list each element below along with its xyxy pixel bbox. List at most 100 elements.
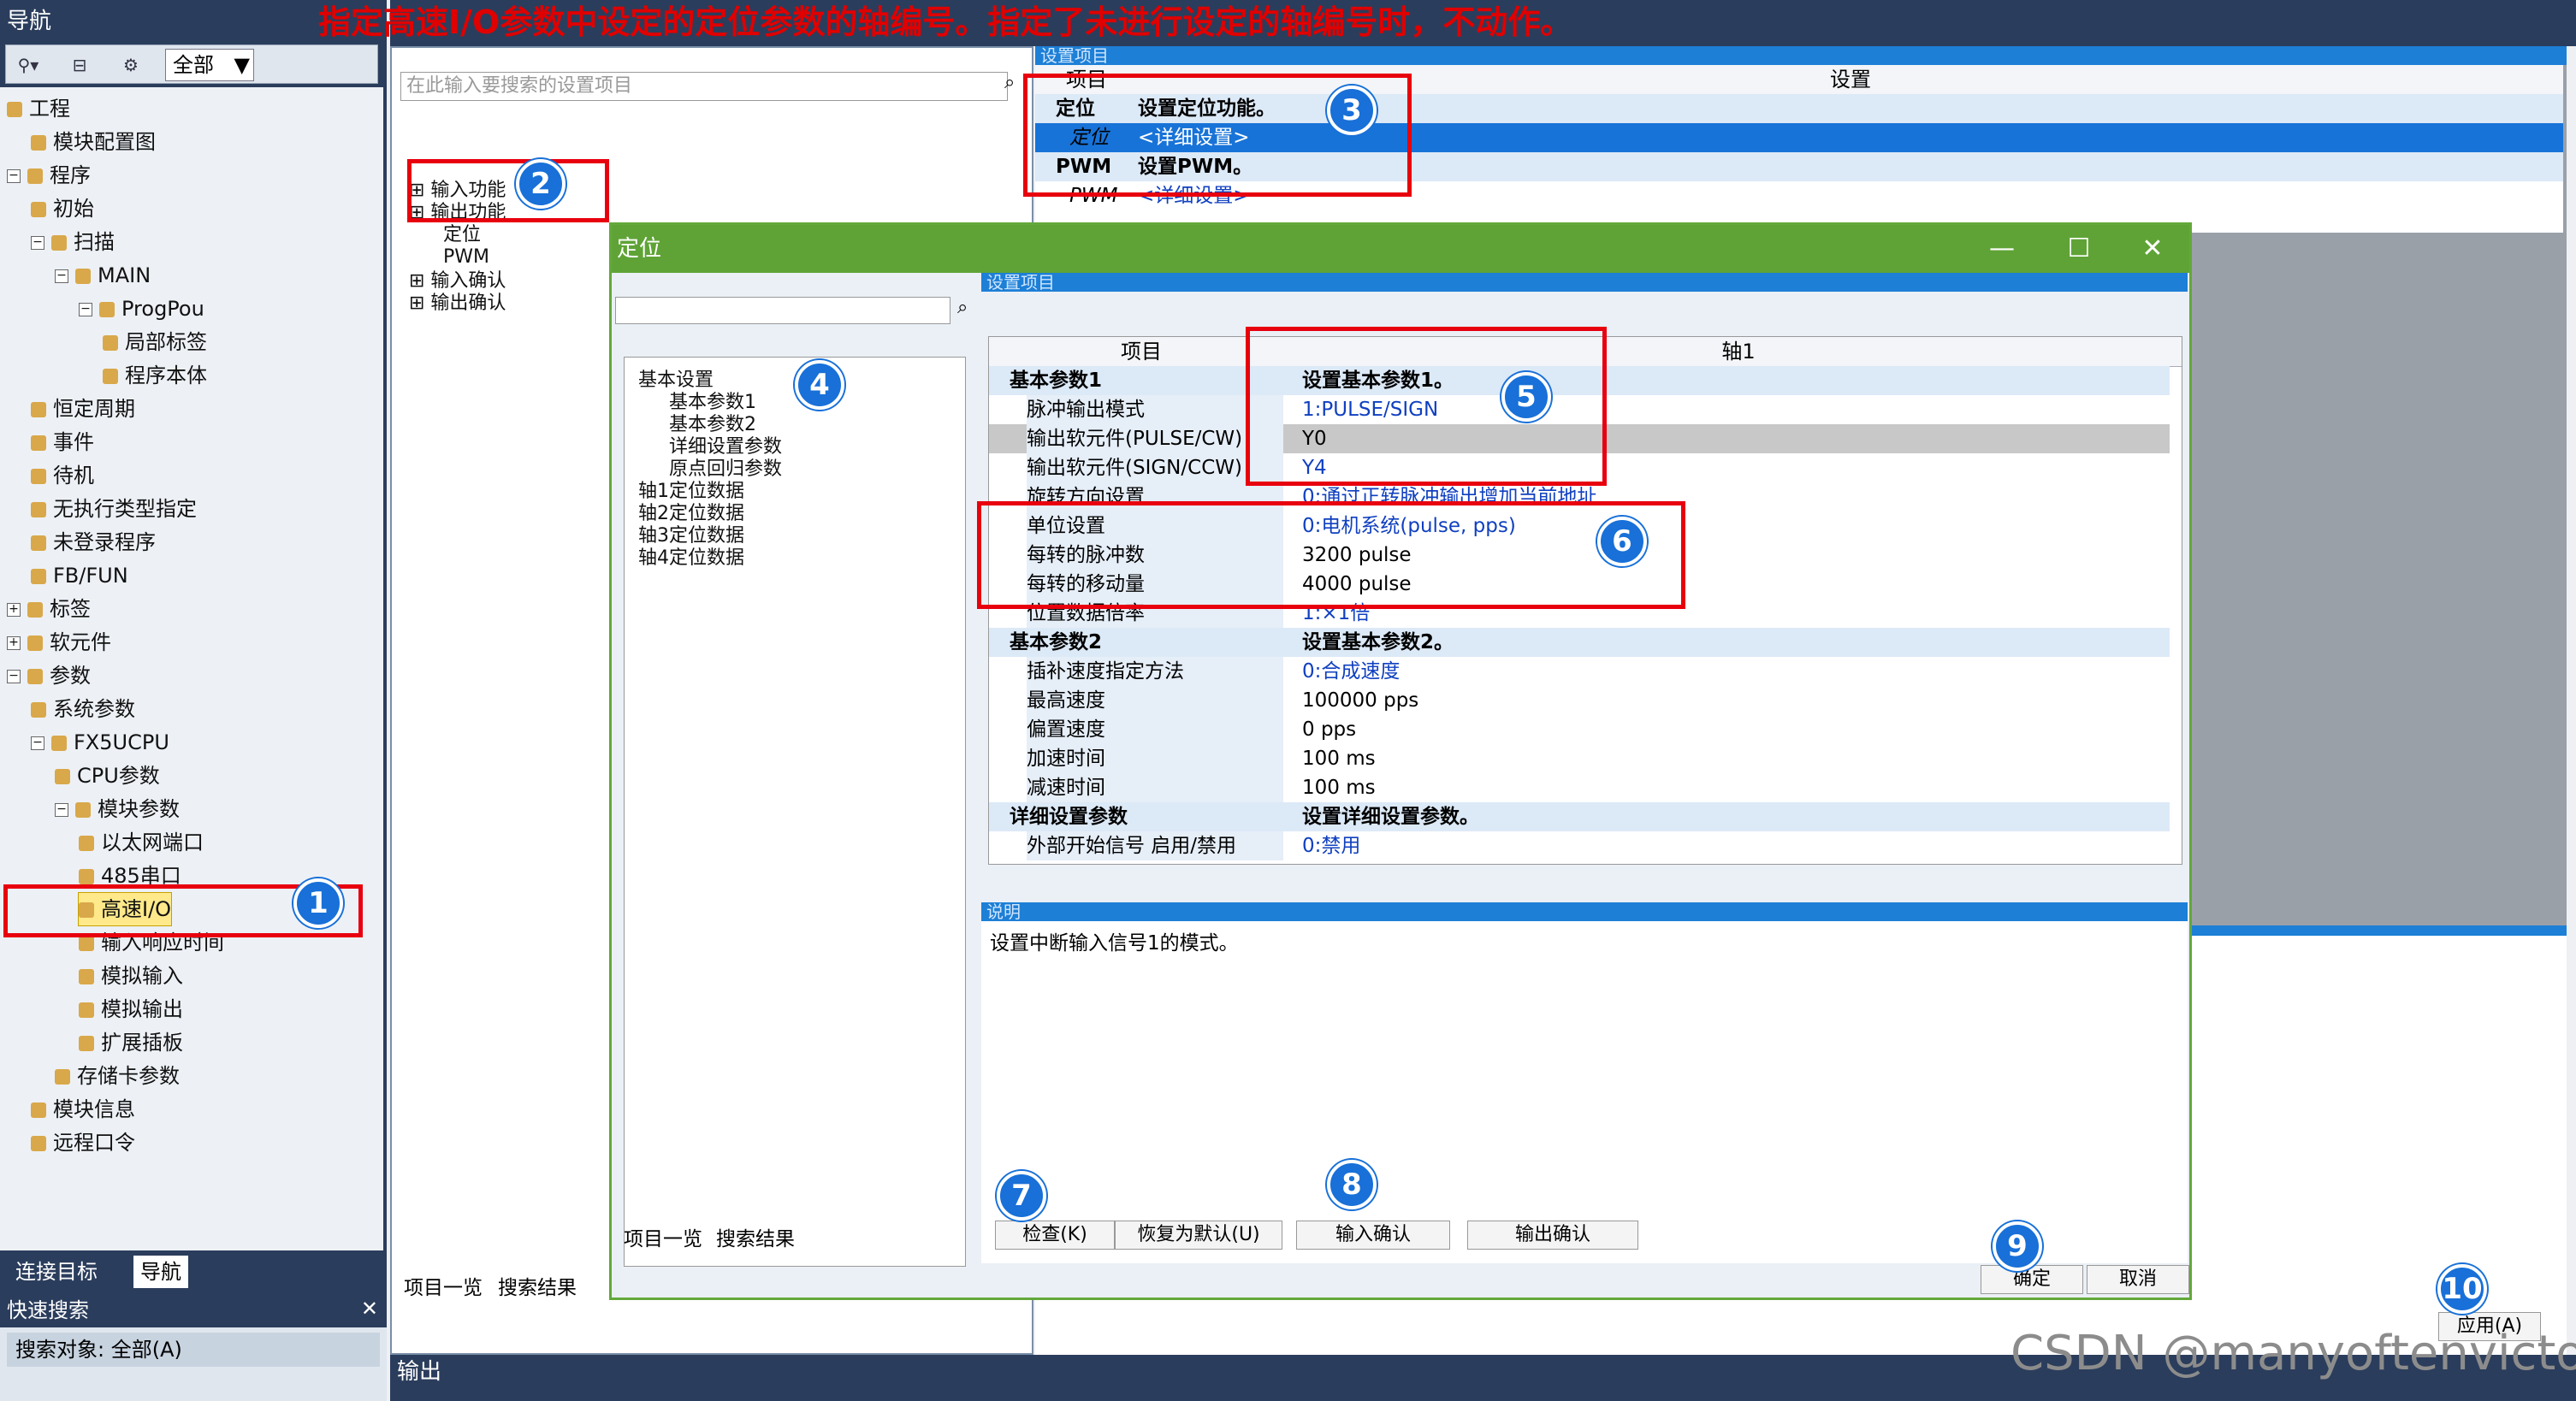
gear-icon[interactable]: ⚙ (112, 50, 150, 80)
settings-tree-item[interactable]: ⊞ 输出确认 (409, 293, 506, 315)
tab-search-results[interactable]: 搜索结果 (716, 1222, 795, 1251)
tree-item[interactable]: CPU参数 (55, 760, 160, 792)
dialog-search-input[interactable] (615, 297, 950, 324)
check-button[interactable]: 检查(K) (995, 1221, 1115, 1250)
grid-row[interactable]: PWM <详细设置> (1035, 181, 2563, 210)
tab-search-results[interactable]: 搜索结果 (498, 1271, 577, 1300)
tree-item[interactable]: 恒定周期 (31, 393, 135, 425)
settings-tree-item[interactable]: ⊞ 输入确认 (409, 270, 506, 293)
tree-item[interactable]: 初始 (31, 192, 94, 225)
expander-icon[interactable]: − (31, 236, 44, 250)
input-confirm-button[interactable]: 输入确认 (1296, 1221, 1450, 1250)
axis-row[interactable]: 旋转方向设置 0:通过正转脉冲输出增加当前地址 (989, 482, 2170, 511)
tab-item-list[interactable]: 项目一览 (404, 1271, 483, 1300)
tree-item[interactable]: 存储卡参数 (55, 1060, 180, 1092)
tree-item[interactable]: 系统参数 (31, 693, 135, 725)
tree-item[interactable]: − 模块参数 (55, 793, 180, 825)
axis-row[interactable]: 插补速度指定方法 0:合成速度 (989, 657, 2170, 686)
expander-icon[interactable]: − (55, 269, 68, 283)
axis-row[interactable]: 位置数据倍率 1:×1倍 (989, 599, 2170, 628)
cancel-button[interactable]: 取消 (2087, 1265, 2189, 1294)
axis-row[interactable]: 脉冲输出模式 1:PULSE/SIGN (989, 395, 2170, 424)
tree-item[interactable]: + 软元件 (7, 626, 111, 659)
search-target-select[interactable]: 搜索对象: 全部(A) (7, 1333, 380, 1367)
dialog-tree-item[interactable]: 轴3定位数据 (638, 525, 744, 547)
axis-row[interactable]: 基本参数1 设置基本参数1。 (989, 366, 2170, 395)
expander-icon[interactable]: + (7, 603, 21, 617)
axis-row[interactable]: 减速时间 100 ms (989, 773, 2170, 802)
tree-item[interactable]: − 扫描 (31, 226, 115, 258)
axis-row[interactable]: 每转的脉冲数 3200 pulse (989, 541, 2170, 570)
axis-row[interactable]: 最高速度 100000 pps (989, 686, 2170, 715)
expander-icon[interactable]: − (31, 736, 44, 750)
tree-item[interactable]: 未登录程序 (31, 526, 156, 559)
output-confirm-button[interactable]: 输出确认 (1467, 1221, 1638, 1250)
settings-tree-item[interactable]: ⊞ 输入功能 (409, 180, 506, 202)
tree-item[interactable]: − 参数 (7, 659, 91, 692)
tab-item-list[interactable]: 项目一览 (624, 1222, 702, 1251)
settings-tree-item[interactable]: ⊞ 输出功能 (409, 202, 506, 224)
axis-row[interactable]: 输出软元件(SIGN/CCW) Y4 (989, 453, 2170, 482)
tree-item[interactable]: − MAIN (55, 259, 151, 292)
expander-icon[interactable]: − (55, 803, 68, 817)
dialog-tree-item[interactable]: 轴4定位数据 (638, 547, 744, 570)
tree-item[interactable]: − 程序 (7, 159, 91, 192)
axis-row[interactable]: 外部开始信号 启用/禁用 0:禁用 (989, 831, 2170, 860)
close-icon[interactable]: ✕ (2114, 228, 2191, 269)
tree-item[interactable]: FB/FUN (31, 559, 128, 592)
expander-icon[interactable]: − (7, 670, 21, 683)
tree-item[interactable]: 工程 (7, 92, 70, 125)
axis-row[interactable]: 单位设置 0:电机系统(pulse, pps) (989, 511, 2170, 541)
collapse-icon[interactable]: ⊟ (61, 50, 98, 80)
axis-row[interactable]: 详细设置参数 设置详细设置参数。 (989, 802, 2170, 831)
tree-item[interactable]: 扩展插板 (79, 1026, 183, 1059)
axis-row[interactable]: 输出软元件(PULSE/CW) Y0 (989, 424, 2170, 453)
expander-icon[interactable]: − (7, 169, 21, 183)
tree-item[interactable]: 待机 (31, 459, 94, 492)
filter-icon[interactable]: ⚲▾ (9, 50, 47, 80)
grid-row[interactable]: 定位 设置定位功能。 (1035, 94, 2563, 123)
dialog-tree-item[interactable]: 轴1定位数据 (638, 481, 744, 503)
axis-row[interactable]: 偏置速度 0 pps (989, 715, 2170, 744)
tree-item[interactable]: 模拟输入 (79, 960, 183, 992)
tree-item[interactable]: + 标签 (7, 593, 91, 625)
tree-item[interactable]: 局部标签 (103, 326, 207, 358)
tree-item[interactable]: − FX5UCPU (31, 726, 169, 759)
dialog-tree-item[interactable]: 详细设置参数 (669, 436, 782, 458)
filter-select[interactable]: 全部 ▼ (165, 49, 254, 81)
dialog-tree-item[interactable]: 基本参数1 (669, 392, 756, 414)
axis-row[interactable]: 基本参数2 设置基本参数2。 (989, 628, 2170, 657)
dialog-tree-item[interactable]: 基本设置 (638, 369, 714, 392)
search-input[interactable]: 在此输入要搜索的设置项目 (400, 72, 1008, 101)
tree-item[interactable]: 无执行类型指定 (31, 493, 197, 525)
grid-row[interactable]: 定位 <详细设置> (1035, 123, 2563, 152)
tree-item[interactable]: 高速I/O (77, 892, 173, 926)
restore-default-button[interactable]: 恢复为默认(U) (1115, 1221, 1282, 1250)
tree-item[interactable]: 输入响应时间 (79, 926, 224, 959)
tree-item[interactable]: 远程口令 (31, 1126, 135, 1159)
ok-button[interactable]: 确定 (1981, 1265, 2083, 1294)
tree-item[interactable]: 事件 (31, 426, 94, 458)
expander-icon[interactable]: − (79, 303, 92, 316)
dialog-tree-item[interactable]: 原点回归参数 (669, 458, 782, 481)
expander-icon[interactable]: + (7, 636, 21, 650)
grid-row[interactable]: PWM 设置PWM。 (1035, 152, 2563, 181)
axis-row[interactable]: 加速时间 100 ms (989, 744, 2170, 773)
tree-item[interactable]: 485串口 (79, 860, 181, 892)
close-icon[interactable]: ✕ (361, 1297, 378, 1321)
axis-row[interactable]: 每转的移动量 4000 pulse (989, 570, 2170, 599)
tree-item[interactable]: 程序本体 (103, 359, 207, 392)
dialog-tree-item[interactable]: 轴2定位数据 (638, 503, 744, 525)
tree-item[interactable]: 模拟输出 (79, 993, 183, 1026)
tree-item[interactable]: 模块配置图 (31, 126, 156, 158)
tree-item[interactable]: − ProgPou (79, 293, 204, 325)
settings-tree-item[interactable]: PWM (443, 246, 489, 269)
tab-navigation[interactable]: 导航 (133, 1256, 188, 1288)
maximize-icon[interactable]: ☐ (2040, 228, 2117, 269)
settings-tree-item[interactable]: 定位 (443, 224, 481, 246)
tree-item[interactable]: 以太网端口 (79, 826, 204, 859)
tab-connection[interactable]: 连接目标 (9, 1256, 104, 1288)
tree-item[interactable]: 模块信息 (31, 1093, 135, 1126)
binoculars-icon[interactable]: ⌕ (1004, 72, 1015, 93)
minimize-icon[interactable]: — (1963, 228, 2040, 269)
